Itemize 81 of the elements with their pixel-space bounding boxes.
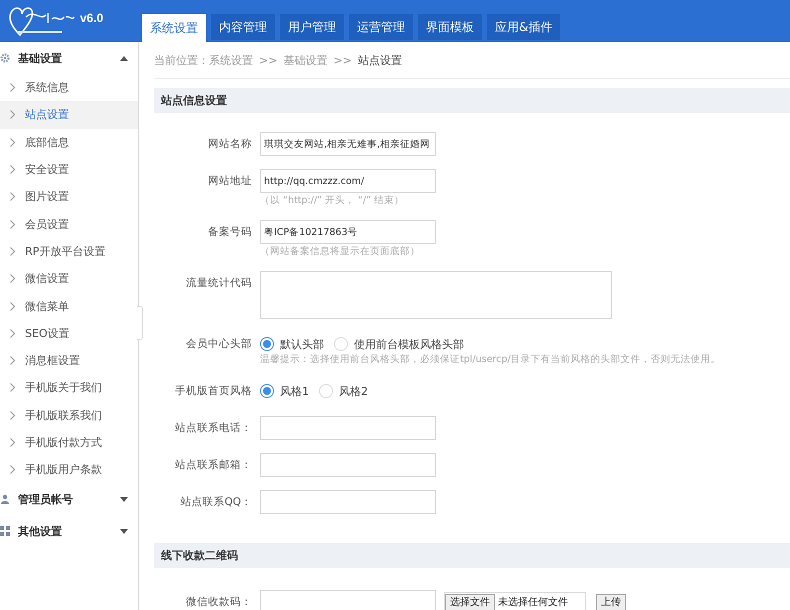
chevron-right-icon bbox=[10, 302, 15, 311]
field-hint: （以 “http://” 开头， “/” 结束） bbox=[260, 195, 406, 207]
radio-label: 风格1 bbox=[280, 384, 309, 398]
nav-tab[interactable]: 用户管理 bbox=[280, 14, 344, 40]
sidebar-group[interactable]: 管理员帐号 bbox=[0, 483, 138, 516]
field-label: 会员中心头部 bbox=[185, 337, 253, 352]
text-field[interactable]: http://qq.cmzzz.com/ bbox=[260, 169, 436, 193]
user-icon bbox=[0, 494, 10, 504]
sidebar-item[interactable]: 安全设置 bbox=[0, 156, 138, 184]
field-label: 站点联系QQ： bbox=[179, 495, 253, 510]
sidebar-item[interactable]: 手机版关于我们 bbox=[0, 374, 138, 402]
field-label: 网站地址 bbox=[207, 174, 253, 189]
chevron-right-icon bbox=[10, 465, 15, 474]
field-label: 微信收款码： bbox=[185, 595, 253, 610]
sidebar-item[interactable]: 微信设置 bbox=[0, 265, 138, 292]
sidebar-item[interactable]: RP开放平台设置 bbox=[0, 238, 138, 266]
field-hint: 温馨提示：选择使用前台风格头部，必须保证tpl/usercp/目录下有当前风格的头部文件，否则无法使用。 bbox=[260, 354, 721, 366]
sidebar-item[interactable]: 手机版联系我们 bbox=[0, 402, 138, 429]
sidebar-item[interactable]: 站点设置 bbox=[0, 101, 138, 129]
field-label: 备案号码 bbox=[207, 225, 253, 240]
radio-label: 风格2 bbox=[339, 384, 368, 398]
nav-tab[interactable]: 运营管理 bbox=[349, 14, 413, 40]
field-hint: （网站备案信息将显示在页面底部） bbox=[260, 246, 421, 258]
sidebar-item[interactable]: 图片设置 bbox=[0, 183, 138, 210]
sidebar-item[interactable]: 会员设置 bbox=[0, 210, 138, 238]
field-label: 网站名称 bbox=[207, 137, 253, 152]
radio-button[interactable] bbox=[260, 337, 274, 351]
file-picker[interactable]: 选择文件 未选择任何文件 bbox=[444, 592, 586, 610]
text-area[interactable] bbox=[260, 271, 612, 319]
sidebar-group[interactable]: 其他设置 bbox=[0, 515, 138, 548]
sidebar-item[interactable]: 手机版用户条款 bbox=[0, 456, 138, 484]
chevron-right-icon bbox=[10, 246, 15, 256]
caret-icon bbox=[120, 56, 128, 60]
chevron-right-icon bbox=[10, 110, 15, 120]
radio-button[interactable] bbox=[260, 384, 274, 398]
chevron-right-icon bbox=[10, 165, 15, 174]
file-status: 未选择任何文件 bbox=[497, 596, 568, 609]
sidebar-item[interactable]: 系统信息 bbox=[0, 74, 138, 102]
sidebar-item[interactable]: 底部信息 bbox=[0, 128, 138, 156]
text-field[interactable] bbox=[260, 416, 436, 440]
breadcrumb-item: 站点设置 bbox=[358, 52, 402, 68]
chevron-right-icon bbox=[10, 410, 15, 420]
chevron-right-icon bbox=[10, 356, 15, 366]
nav-tab[interactable]: 内容管理 bbox=[211, 14, 275, 40]
field-label: 流量统计代码 bbox=[185, 276, 253, 291]
chevron-right-icon bbox=[10, 274, 15, 284]
text-field[interactable]: 粤ICP备10217863号 bbox=[260, 220, 436, 244]
field-label: 站点联系电话： bbox=[174, 421, 253, 436]
text-field[interactable]: 琪琪交友网站,相亲无难事,相亲征婚网 bbox=[260, 132, 436, 156]
nav-tab[interactable]: 界面模板 bbox=[418, 14, 482, 40]
field-label: 站点联系邮箱： bbox=[174, 458, 253, 473]
nav-tab[interactable]: 应用&插件 bbox=[487, 14, 560, 40]
chevron-right-icon bbox=[10, 83, 15, 92]
chevron-right-icon bbox=[10, 138, 15, 147]
sidebar-item[interactable]: 微信菜单 bbox=[0, 292, 138, 320]
chevron-right-icon bbox=[10, 192, 15, 202]
nav-tab[interactable]: 系统设置 bbox=[142, 14, 206, 42]
chevron-right-icon bbox=[10, 438, 15, 447]
sidebar-item[interactable]: 手机版付款方式 bbox=[0, 428, 138, 456]
caret-icon bbox=[120, 528, 128, 534]
choose-file-button[interactable]: 选择文件 bbox=[445, 594, 495, 610]
field-label: 手机版首页风格 bbox=[174, 384, 253, 399]
chevron-right-icon bbox=[10, 220, 15, 229]
text-field[interactable] bbox=[260, 590, 436, 610]
text-field[interactable] bbox=[260, 490, 436, 514]
radio-label: 默认头部 bbox=[280, 336, 324, 352]
chevron-right-icon bbox=[10, 383, 15, 392]
radio-label: 使用前台模板风格头部 bbox=[354, 336, 464, 352]
upload-button[interactable]: 上传 bbox=[596, 594, 626, 610]
sidebar-group[interactable]: 基础设置 bbox=[0, 42, 138, 74]
sidebar-item[interactable]: 消息框设置 bbox=[0, 346, 138, 374]
section-title: 站点信息设置 bbox=[161, 93, 227, 108]
collapse-handle[interactable] bbox=[137, 306, 143, 340]
chevron-right-icon bbox=[10, 328, 15, 338]
sidebar-item[interactable]: SEO设置 bbox=[0, 320, 138, 347]
grid-icon bbox=[0, 526, 10, 536]
section-title: 线下收款二维码 bbox=[161, 548, 238, 563]
gear-icon bbox=[0, 53, 10, 63]
version-label: v6.0 bbox=[80, 11, 104, 25]
text-field[interactable] bbox=[260, 453, 436, 477]
caret-icon bbox=[120, 496, 128, 502]
